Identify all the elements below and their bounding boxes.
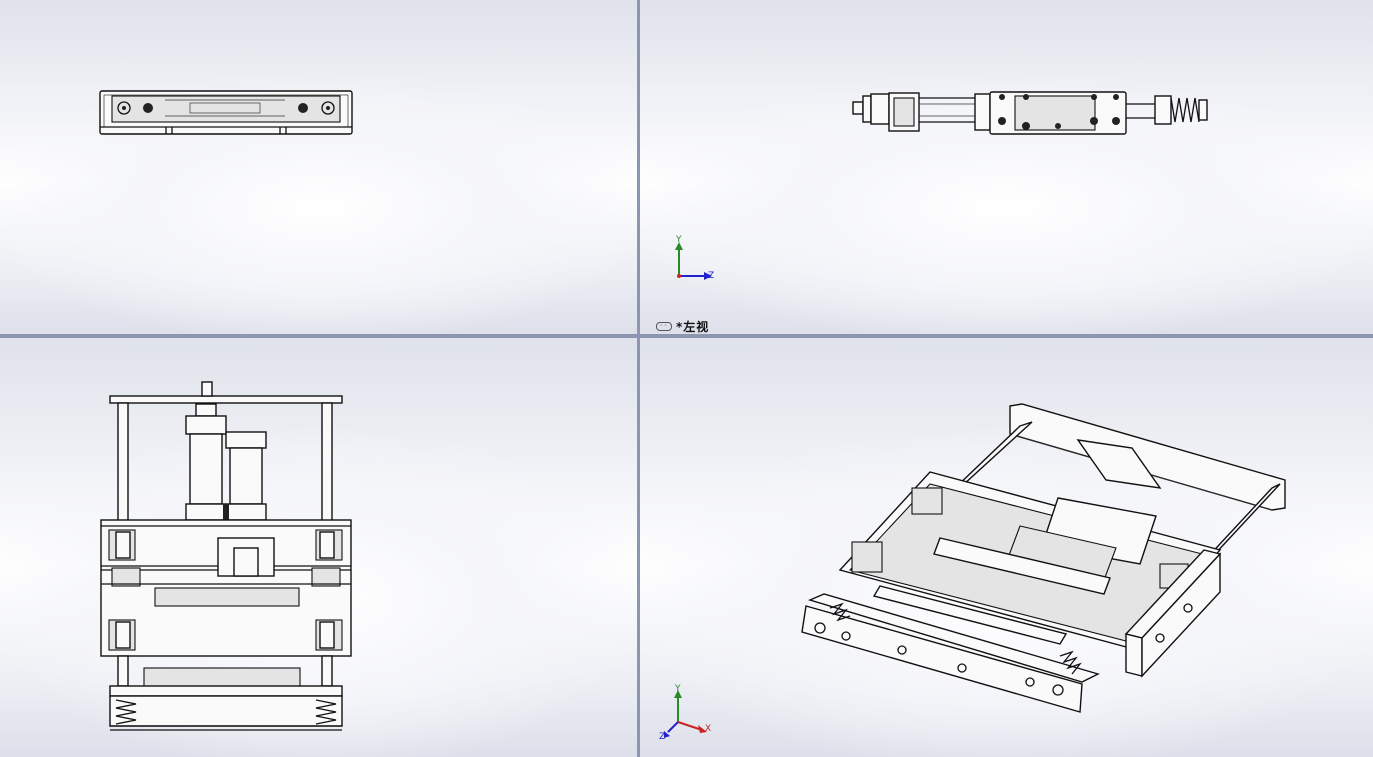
view-name-label: ◦◦ *左视 xyxy=(656,318,709,334)
viewport-splitter-horizontal[interactable] xyxy=(0,334,1373,338)
isometric-view-drawing xyxy=(664,403,1286,738)
viewport-splitter-vertical[interactable] xyxy=(637,0,640,757)
axis-triad-iso-view xyxy=(664,690,707,738)
iso-y-axis-label: Y xyxy=(675,684,681,694)
top-view-frame xyxy=(100,381,352,731)
iso-z-axis-label: Z xyxy=(659,732,666,742)
viewport-bottom-left[interactable] xyxy=(0,338,637,757)
isometric-assembly xyxy=(801,403,1286,713)
cylinder-assembly-side xyxy=(852,91,1208,135)
viewport-bottom-right[interactable]: Y X Z xyxy=(640,338,1373,757)
iso-x-axis-label: X xyxy=(705,724,712,734)
view-name-text: *左视 xyxy=(676,320,710,334)
left-view-drawing xyxy=(675,91,1208,280)
y-axis-label: Y xyxy=(676,235,682,245)
viewport-top-left[interactable] xyxy=(0,0,637,334)
z-axis-label: Z xyxy=(708,271,715,281)
viewport-top-right[interactable]: Y Z ◦◦ *左视 xyxy=(640,0,1373,334)
top-view-drawing xyxy=(100,381,352,731)
view-tag-icon: ◦◦ xyxy=(656,322,672,331)
bottom-plate-front xyxy=(99,90,353,135)
front-view-drawing xyxy=(99,90,353,135)
axis-triad-left-view xyxy=(675,242,712,280)
